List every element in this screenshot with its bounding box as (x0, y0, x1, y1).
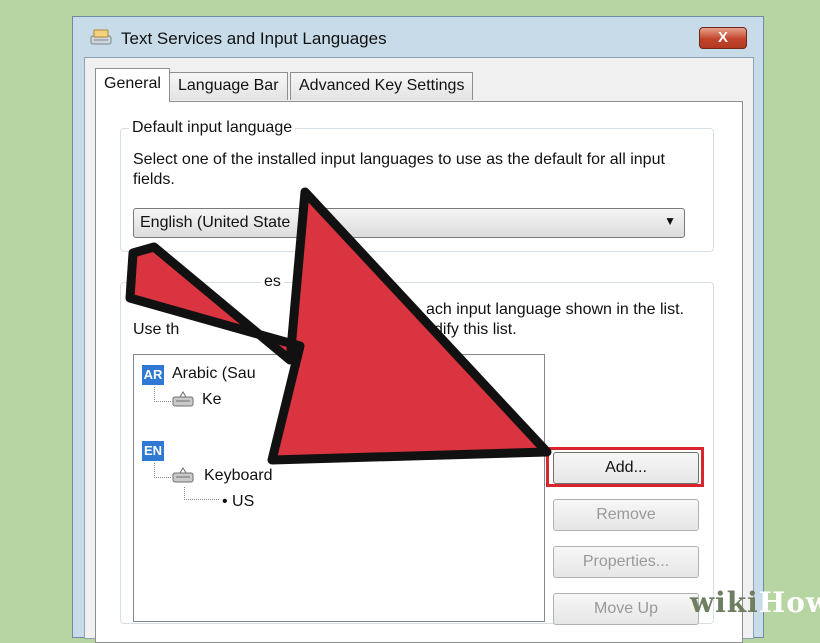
add-button-highlight (546, 447, 704, 487)
installed-services-description-2a: Use th (133, 321, 180, 338)
installed-services-description-1: ach input language shown in the list. (426, 301, 684, 318)
tree-item-arabic[interactable]: Arabic (Sau (172, 365, 256, 383)
properties-button[interactable]: Properties... (553, 546, 699, 578)
tree-connector (154, 463, 171, 478)
dialog-title: Text Services and Input Languages (121, 29, 387, 48)
default-language-value: English (United State (140, 214, 291, 231)
tree-connector (154, 387, 171, 402)
tree-connector (184, 487, 219, 500)
tree-item-english-keyboard[interactable]: Keyboard (204, 467, 273, 485)
tab-general[interactable]: General (95, 68, 170, 102)
default-input-legend: Default input language (129, 119, 296, 137)
installed-services-description-2b: dify this list. (434, 321, 517, 338)
keyboard-icon (172, 391, 194, 407)
keyboard-icon (172, 467, 194, 483)
tab-language-bar[interactable]: Language Bar (169, 72, 288, 100)
tree-item-arabic-keyboard[interactable]: Ke (202, 391, 222, 409)
move-up-button[interactable]: Move Up (553, 593, 699, 625)
default-input-description-1: Select one of the installed input langua… (133, 151, 665, 168)
us-layout-label: US (232, 493, 255, 510)
remove-button[interactable]: Remove (553, 499, 699, 531)
watermark-wiki: wiki (690, 586, 759, 619)
language-code-badge: AR (142, 365, 164, 385)
installed-services-legend: es (261, 273, 284, 291)
language-code-badge: EN (142, 441, 164, 461)
default-language-select[interactable]: English (United State ▼ (133, 208, 685, 238)
close-button[interactable]: X (699, 27, 747, 49)
keyboard-settings-icon (90, 29, 112, 45)
tab-advanced-key-settings[interactable]: Advanced Key Settings (290, 72, 474, 100)
tree-item-us-layout[interactable]: • US (222, 493, 254, 511)
wikihow-watermark: wikiHow (690, 586, 820, 619)
input-languages-tree[interactable]: AR Arabic (Sau Ke EN Keyboard • US (133, 354, 545, 622)
chevron-down-icon[interactable]: ▼ (664, 214, 676, 228)
default-input-description-2: fields. (133, 171, 175, 188)
watermark-how: How (758, 586, 820, 619)
